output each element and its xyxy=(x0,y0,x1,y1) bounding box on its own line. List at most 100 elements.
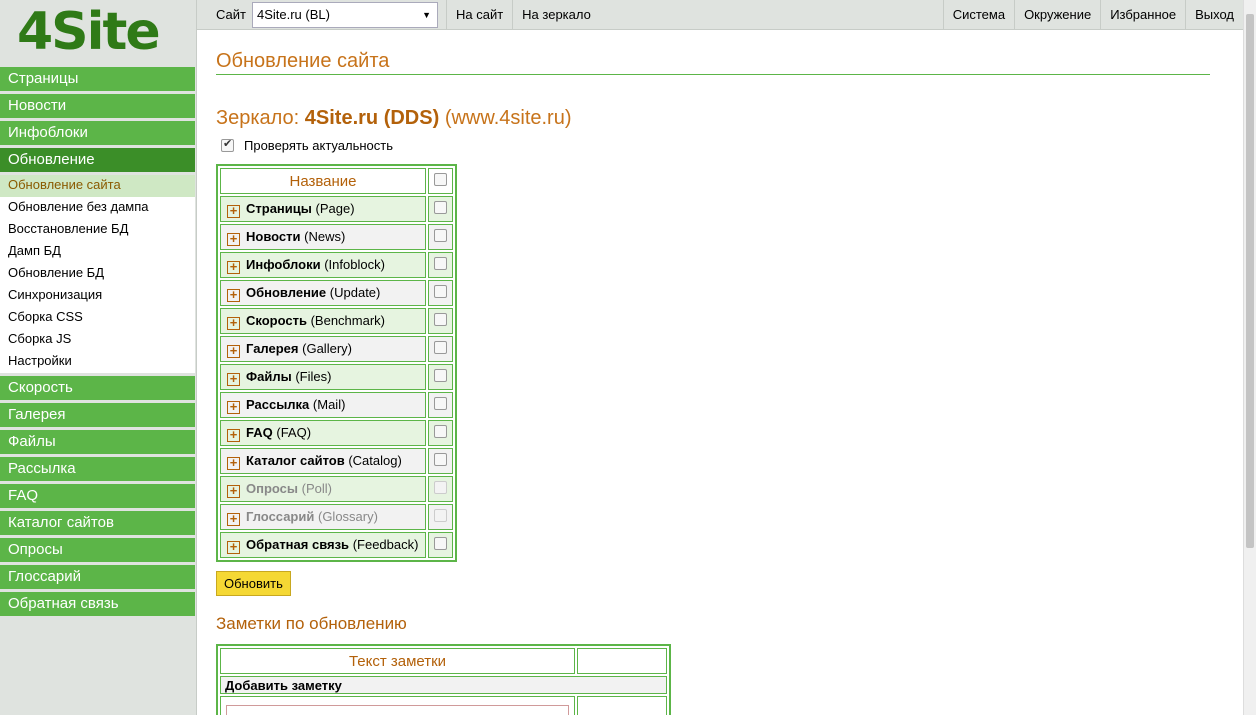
module-name-cell: + Опросы (Poll) xyxy=(220,476,426,502)
submenu-item-db-dump[interactable]: Дамп БД xyxy=(0,241,195,263)
submenu-item-site-update[interactable]: Обновление сайта xyxy=(0,175,195,197)
logo[interactable]: 4Site xyxy=(0,0,196,64)
module-checkbox[interactable] xyxy=(434,313,447,326)
expand-plus-icon[interactable]: + xyxy=(227,232,240,246)
module-checkbox-cell xyxy=(428,224,453,250)
table-row: + Галерея (Gallery) xyxy=(220,336,453,362)
note-input[interactable] xyxy=(226,705,569,715)
expand-plus-icon[interactable]: + xyxy=(227,260,240,274)
sidebar-item-feedback[interactable]: Обратная связь xyxy=(0,592,195,616)
modules-table: Название + Страницы (Page) + Новости (News)… xyxy=(216,164,457,562)
submenu-item-update-no-dump[interactable]: Обновление без дампа xyxy=(0,197,195,219)
check-actual-checkbox[interactable] xyxy=(221,137,234,152)
module-checkbox[interactable] xyxy=(434,229,447,242)
page-title: Обновление сайта xyxy=(216,50,1210,75)
vertical-scrollbar[interactable] xyxy=(1243,0,1256,715)
dropdown-arrow-icon: ▼ xyxy=(422,9,431,20)
mirror-prefix: Зеркало: xyxy=(216,107,300,129)
select-all-cell xyxy=(428,168,453,194)
table-row: + Каталог сайтов (Catalog) xyxy=(220,448,453,474)
module-checkbox[interactable] xyxy=(434,369,447,382)
module-name: Обратная связь xyxy=(246,536,350,552)
table-row: + Опросы (Poll) xyxy=(220,476,453,502)
sidebar-item-update[interactable]: Обновление xyxy=(0,148,195,172)
table-row: + FAQ (FAQ) xyxy=(220,420,453,446)
module-checkbox[interactable] xyxy=(434,537,447,550)
submenu-item-db-update[interactable]: Обновление БД xyxy=(0,263,195,285)
add-note-label: Добавить заметку xyxy=(220,676,667,694)
sidebar-item-gallery[interactable]: Галерея xyxy=(0,403,195,427)
module-name: Галерея xyxy=(246,340,299,356)
module-name-cell: + Рассылка (Mail) xyxy=(220,392,426,418)
module-checkbox[interactable] xyxy=(434,285,447,298)
module-name-cell: + Глоссарий (Glossary) xyxy=(220,504,426,530)
submenu-item-js-build[interactable]: Сборка JS xyxy=(0,329,195,351)
logout-link[interactable]: Выход xyxy=(1185,0,1243,29)
scrollbar-thumb[interactable] xyxy=(1246,14,1254,548)
table-row: + Страницы (Page) xyxy=(220,196,453,222)
sidebar-item-pages[interactable]: Страницы xyxy=(0,67,195,91)
expand-plus-icon[interactable]: + xyxy=(227,316,240,330)
expand-plus-icon[interactable]: + xyxy=(227,540,240,554)
module-name-cell: + Новости (News) xyxy=(220,224,426,250)
sidebar-item-files[interactable]: Файлы xyxy=(0,430,195,454)
module-name-cell: + Скорость (Benchmark) xyxy=(220,308,426,334)
expand-plus-icon[interactable]: + xyxy=(227,484,240,498)
module-name: FAQ xyxy=(246,424,273,440)
sidebar-item-faq[interactable]: FAQ xyxy=(0,484,195,508)
expand-plus-icon[interactable]: + xyxy=(227,344,240,358)
submenu-item-css-build[interactable]: Сборка CSS xyxy=(0,307,195,329)
module-checkbox[interactable] xyxy=(434,397,447,410)
expand-plus-icon[interactable]: + xyxy=(227,288,240,302)
table-row: + Рассылка (Mail) xyxy=(220,392,453,418)
module-code: (Feedback) xyxy=(352,536,419,552)
sidebar-item-infoblocks[interactable]: Инфоблоки xyxy=(0,121,195,145)
modules-table-header: Название xyxy=(220,168,426,194)
module-checkbox[interactable] xyxy=(434,453,447,466)
submenu-item-db-restore[interactable]: Восстановление БД xyxy=(0,219,195,241)
module-checkbox-cell xyxy=(428,364,453,390)
to-site-link[interactable]: На сайт xyxy=(445,0,512,29)
module-code: (FAQ) xyxy=(276,424,312,440)
sidebar-item-glossary[interactable]: Глоссарий xyxy=(0,565,195,589)
module-name-cell: + Файлы (Files) xyxy=(220,364,426,390)
module-code: (News) xyxy=(304,228,346,244)
select-all-checkbox[interactable] xyxy=(434,172,447,186)
table-row: + Обновление (Update) xyxy=(220,280,453,306)
expand-plus-icon[interactable]: + xyxy=(227,456,240,470)
sidebar-item-catalog[interactable]: Каталог сайтов xyxy=(0,511,195,535)
module-checkbox-cell xyxy=(428,448,453,474)
module-checkbox[interactable] xyxy=(434,257,447,270)
module-code: (Update) xyxy=(329,284,381,300)
favorites-link[interactable]: Избранное xyxy=(1100,0,1185,29)
module-checkbox[interactable] xyxy=(434,425,447,438)
update-button[interactable]: Обновить xyxy=(216,571,291,596)
note-action-cell xyxy=(577,696,667,715)
system-link[interactable]: Система xyxy=(942,0,1014,29)
mirror-name: 4Site.ru (DDS) xyxy=(304,107,440,129)
module-checkbox[interactable] xyxy=(434,201,447,214)
sidebar-item-mailing[interactable]: Рассылка xyxy=(0,457,195,481)
submenu-item-sync[interactable]: Синхронизация xyxy=(0,285,195,307)
table-row: + Глоссарий (Glossary) xyxy=(220,504,453,530)
module-name-cell: + Галерея (Gallery) xyxy=(220,336,426,362)
expand-plus-icon[interactable]: + xyxy=(227,512,240,526)
sidebar-item-polls[interactable]: Опросы xyxy=(0,538,195,562)
site-select-value: 4Site.ru (BL) xyxy=(256,6,330,22)
sidebar-item-news[interactable]: Новости xyxy=(0,94,195,118)
site-select[interactable]: 4Site.ru (BL) ▼ xyxy=(251,1,438,28)
expand-plus-icon[interactable]: + xyxy=(227,400,240,414)
expand-plus-icon[interactable]: + xyxy=(227,372,240,386)
top-bar: Сайт 4Site.ru (BL) ▼ На сайт На зеркало … xyxy=(197,0,1243,30)
table-row: + Новости (News) xyxy=(220,224,453,250)
to-mirror-link[interactable]: На зеркало xyxy=(512,0,600,29)
sidebar-item-speed[interactable]: Скорость xyxy=(0,376,195,400)
expand-plus-icon[interactable]: + xyxy=(227,428,240,442)
expand-plus-icon[interactable]: + xyxy=(227,204,240,218)
module-checkbox-cell xyxy=(428,532,453,558)
submenu-item-settings[interactable]: Настройки xyxy=(0,351,195,373)
environment-link[interactable]: Окружение xyxy=(1014,0,1100,29)
module-checkbox-cell xyxy=(428,504,453,530)
module-name-cell: + Страницы (Page) xyxy=(220,196,426,222)
module-checkbox[interactable] xyxy=(434,341,447,354)
